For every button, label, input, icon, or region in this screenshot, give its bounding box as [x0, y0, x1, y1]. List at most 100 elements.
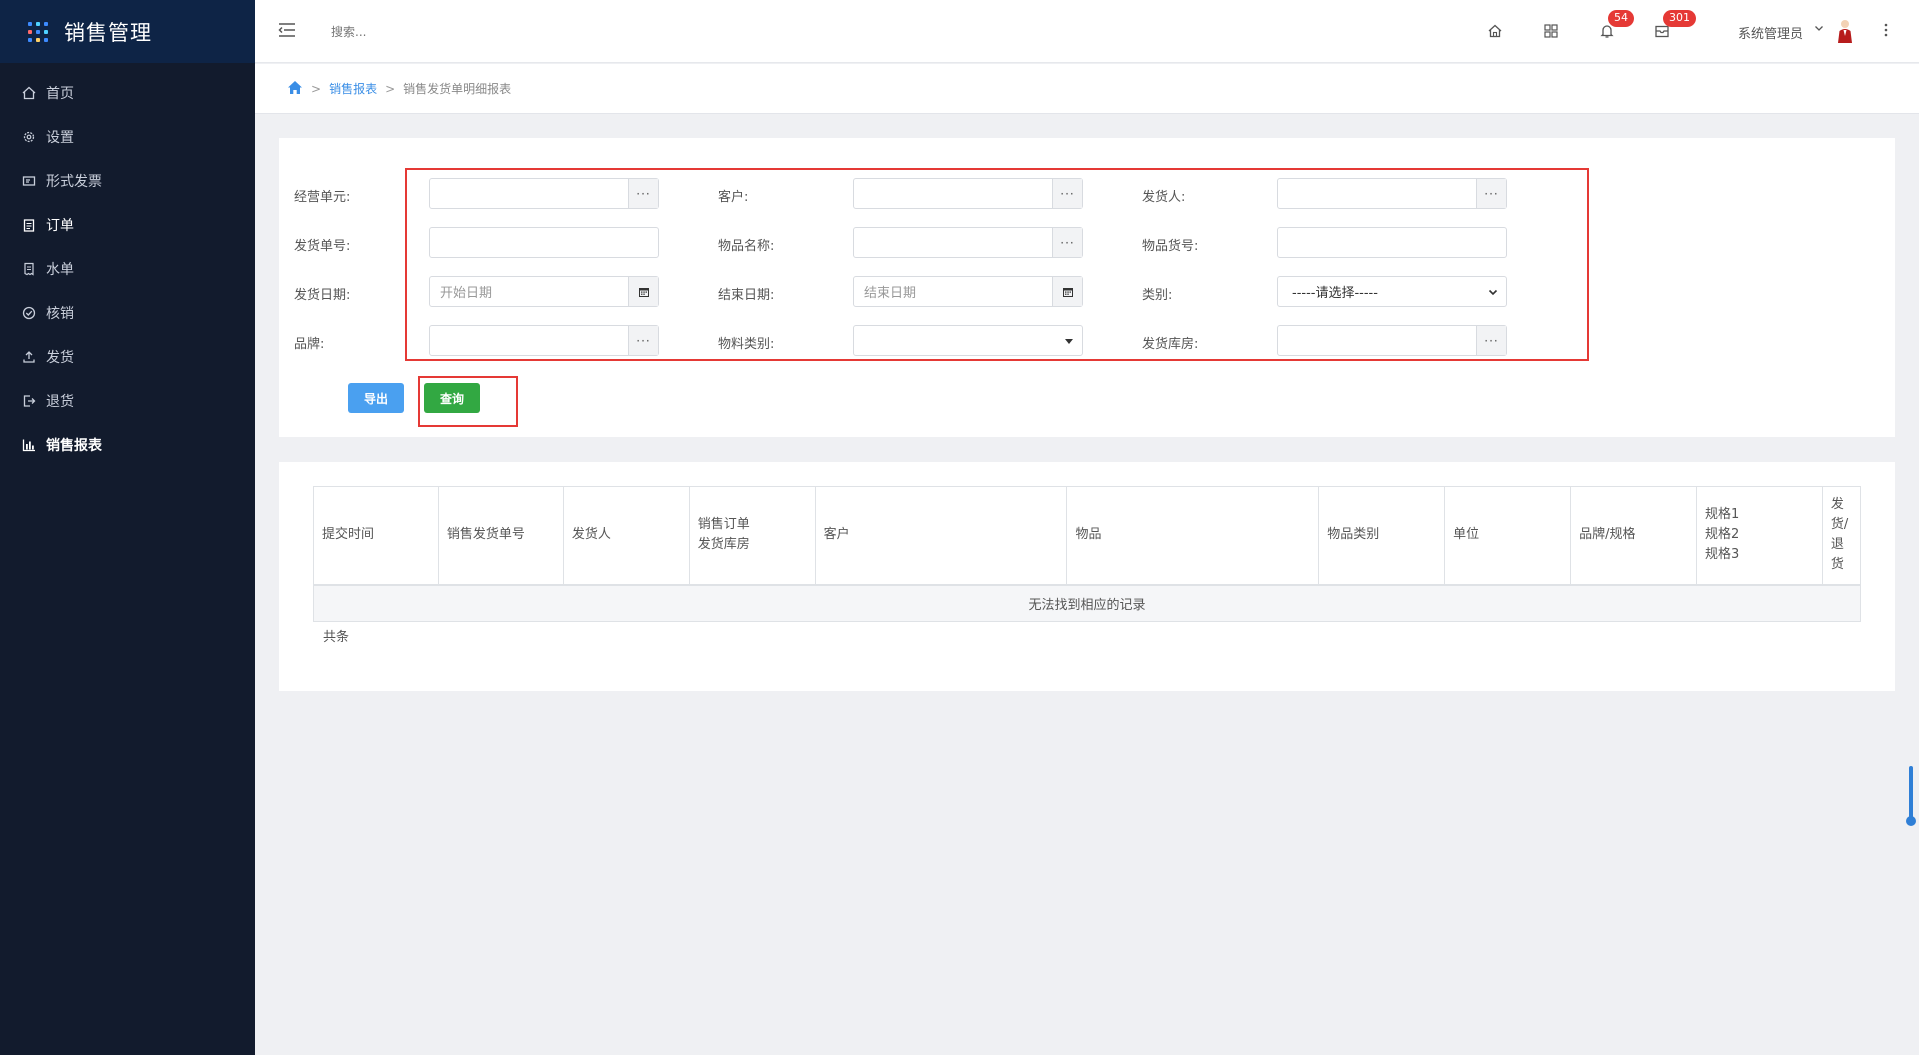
home-icon[interactable]: [287, 80, 303, 98]
notification-badge: 54: [1608, 10, 1634, 27]
brand-label: 品牌:: [294, 337, 325, 352]
business-unit-field[interactable]: ···: [429, 178, 659, 209]
sidebar-item-sales-report[interactable]: 销售报表: [0, 423, 255, 467]
breadcrumb: > 销售报表 > 销售发货单明细报表: [255, 64, 1919, 114]
ship-no-input[interactable]: [429, 227, 659, 258]
col-ship-return-label: 发货/退货: [1830, 497, 1849, 573]
breadcrumb-separator: >: [311, 81, 322, 96]
home-icon[interactable]: [1484, 20, 1506, 42]
col-ship-return[interactable]: 发货/退货: [1821, 486, 1862, 585]
calendar-icon[interactable]: [1052, 277, 1082, 306]
export-button[interactable]: 导出: [348, 383, 404, 413]
total-count: 共条: [323, 630, 350, 645]
sidebar-item-returns[interactable]: 退货: [0, 379, 255, 423]
brand[interactable]: 销售管理: [0, 0, 255, 63]
col-order-line2: 发货库房: [697, 537, 750, 553]
material-category-label: 物料类别:: [718, 337, 775, 352]
sidebar-item-label: 发货: [46, 350, 74, 366]
sidebar-item-label: 销售报表: [46, 438, 102, 454]
filter-panel: 经营单元: ··· 客户: ··· 发货人: ··· 发货单号: 物品名称: ·…: [279, 138, 1895, 437]
col-brand-spec[interactable]: 品牌/规格: [1570, 486, 1697, 585]
col-customer[interactable]: 客户: [814, 486, 1068, 585]
category-select[interactable]: -----请选择-----: [1277, 276, 1507, 307]
apps-grid-icon: [28, 21, 48, 42]
user-name[interactable]: 系统管理员: [1738, 23, 1803, 42]
item-code-label: 物品货号:: [1142, 239, 1199, 254]
notification-bell-icon[interactable]: 54: [1596, 10, 1634, 42]
sidebar-nav: 首页 设置 形式发票 订单 水单 核销 发货 退货 销售报表: [0, 63, 255, 467]
customer-field[interactable]: ···: [853, 178, 1083, 209]
results-panel: 提交时间 销售发货单号 发货人 销售订单 发货库房 客户 物品 物品类别 单位 …: [279, 462, 1895, 691]
sidebar-item-label: 形式发票: [46, 174, 102, 190]
menu-toggle-icon[interactable]: [277, 20, 297, 40]
col-order-warehouse[interactable]: 销售订单 发货库房: [688, 486, 816, 585]
return-icon: [22, 394, 36, 408]
col-item-category[interactable]: 物品类别: [1318, 486, 1446, 585]
top-header: 54 301 系统管理员: [255, 0, 1919, 63]
table-row: 无法找到相应的记录: [313, 583, 1861, 622]
col-item[interactable]: 物品: [1066, 486, 1320, 585]
end-date-input[interactable]: 结束日期: [853, 276, 1083, 307]
more-dots-icon[interactable]: ···: [1052, 179, 1082, 208]
breadcrumb-current: 销售发货单明细报表: [403, 82, 512, 96]
more-dots-icon[interactable]: ···: [1476, 326, 1506, 355]
sidebar-item-label: 水单: [46, 262, 74, 278]
upload-icon: [22, 350, 36, 364]
sidebar-item-label: 首页: [46, 86, 74, 102]
col-ship-no[interactable]: 销售发货单号: [437, 486, 564, 585]
sidebar: 销售管理 首页 设置 形式发票 订单 水单 核销 发货 退货 销售报表: [0, 0, 255, 1055]
start-date-input[interactable]: 开始日期: [429, 276, 659, 307]
sidebar-item-settings[interactable]: 设置: [0, 115, 255, 159]
more-dots-icon[interactable]: ···: [1476, 179, 1506, 208]
start-date-placeholder: 开始日期: [440, 286, 493, 301]
sidebar-item-orders[interactable]: 订单: [0, 203, 255, 247]
search-input[interactable]: [331, 20, 551, 44]
empty-message: 无法找到相应的记录: [313, 583, 1861, 622]
query-button[interactable]: 查询: [424, 383, 480, 413]
brand-field[interactable]: ···: [429, 325, 659, 356]
col-submit-time[interactable]: 提交时间: [313, 486, 439, 585]
chevron-down-icon[interactable]: [1814, 22, 1824, 37]
more-dots-icon[interactable]: ···: [1052, 228, 1082, 257]
chevron-down-icon: [1488, 286, 1498, 301]
bar-chart-icon: [22, 438, 36, 452]
gear-icon: [22, 130, 36, 144]
end-date-placeholder: 结束日期: [864, 286, 917, 301]
sidebar-item-shipping[interactable]: 发货: [0, 335, 255, 379]
category-selected-value: -----请选择-----: [1292, 286, 1378, 301]
sidebar-item-write-off[interactable]: 核销: [0, 291, 255, 335]
col-order-line1: 销售订单: [697, 517, 750, 533]
grid-icon[interactable]: [1540, 20, 1562, 42]
calendar-icon[interactable]: [628, 277, 658, 306]
end-date-label: 结束日期:: [718, 288, 775, 303]
more-vertical-icon[interactable]: [1883, 22, 1889, 42]
col-unit[interactable]: 单位: [1444, 486, 1572, 585]
sidebar-item-label: 退货: [46, 394, 74, 410]
ship-date-label: 发货日期:: [294, 288, 351, 303]
sidebar-item-water-bill[interactable]: 水单: [0, 247, 255, 291]
breadcrumb-link-sales-report[interactable]: 销售报表: [329, 80, 377, 97]
shipper-field[interactable]: ···: [1277, 178, 1507, 209]
brand-title: 销售管理: [64, 20, 152, 45]
ship-no-label: 发货单号:: [294, 239, 351, 254]
warehouse-label: 发货库房:: [1142, 337, 1199, 352]
col-shipper[interactable]: 发货人: [562, 486, 690, 585]
sidebar-item-home[interactable]: 首页: [0, 71, 255, 115]
item-name-field[interactable]: ···: [853, 227, 1083, 258]
warehouse-field[interactable]: ···: [1277, 325, 1507, 356]
check-circle-icon: [22, 306, 36, 320]
item-code-input[interactable]: [1277, 227, 1507, 258]
sidebar-item-proforma-invoice[interactable]: 形式发票: [0, 159, 255, 203]
invoice-icon: [22, 174, 36, 188]
item-name-label: 物品名称:: [718, 239, 775, 254]
col-specs[interactable]: 规格1 规格2 规格3: [1695, 486, 1823, 585]
message-icon[interactable]: 301: [1651, 10, 1696, 42]
col-spec1: 规格1: [1704, 507, 1740, 523]
scroll-indicator[interactable]: [1906, 766, 1916, 826]
more-dots-icon[interactable]: ···: [628, 326, 658, 355]
avatar[interactable]: [1835, 18, 1855, 44]
material-category-select[interactable]: [853, 325, 1083, 356]
more-dots-icon[interactable]: ···: [628, 179, 658, 208]
message-badge: 301: [1663, 10, 1696, 27]
col-spec2: 规格2: [1704, 527, 1740, 543]
